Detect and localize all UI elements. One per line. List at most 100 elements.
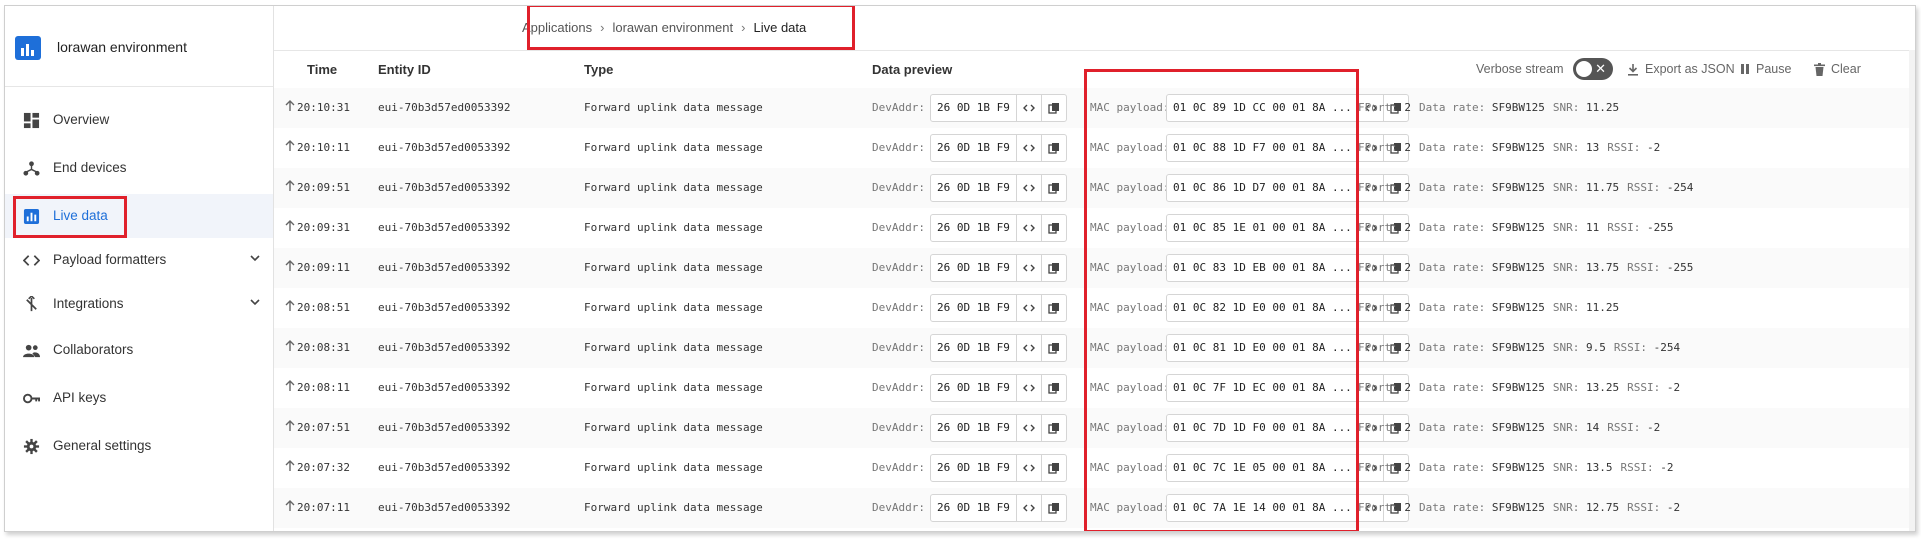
devaddr-value[interactable]: 26 0D 1B F9 (931, 175, 1016, 201)
devaddr-value[interactable]: 26 0D 1B F9 (931, 295, 1016, 321)
devaddr-value[interactable]: 26 0D 1B F9 (931, 215, 1016, 241)
table-row[interactable]: 20:07:51 eui-70b3d57ed0053392 Forward upli… (274, 408, 1915, 448)
mac-payload-value[interactable]: 01 0C 7F 1D EC 00 01 8A ... (1167, 375, 1358, 401)
snr-label: SNR: (1552, 181, 1580, 194)
copy-button[interactable] (1040, 415, 1066, 441)
toggle-format-button[interactable] (1015, 215, 1041, 241)
table-row[interactable]: 20:09:51 eui-70b3d57ed0053392 Forward upli… (274, 168, 1915, 208)
export-json-button[interactable]: Export as JSON (1627, 62, 1735, 76)
toggle-format-button[interactable] (1015, 375, 1041, 401)
copy-button[interactable] (1040, 215, 1066, 241)
scrollbar[interactable] (1909, 50, 1915, 531)
breadcrumb-applications[interactable]: Applications (522, 20, 592, 35)
event-entity-id[interactable]: eui-70b3d57ed0053392 (378, 461, 510, 474)
arrow-up-icon (285, 500, 295, 511)
event-entity-id[interactable]: eui-70b3d57ed0053392 (378, 141, 510, 154)
toggle-format-button[interactable] (1015, 415, 1041, 441)
mac-payload-value[interactable]: 01 0C 88 1D F7 00 01 8A ... (1167, 135, 1358, 161)
sidebar-item-general-settings[interactable]: General settings (5, 424, 273, 468)
fport-value: 2 (1404, 341, 1411, 354)
table-row[interactable]: 20:08:51 eui-70b3d57ed0053392 Forward upli… (274, 288, 1915, 328)
chevron-down-icon[interactable] (249, 252, 261, 264)
event-entity-id[interactable]: eui-70b3d57ed0053392 (378, 421, 510, 434)
mac-payload-value[interactable]: 01 0C 7D 1D F0 00 01 8A ... (1167, 415, 1358, 441)
table-row[interactable]: 20:10:11 eui-70b3d57ed0053392 Forward upli… (274, 128, 1915, 168)
copy-button[interactable] (1040, 495, 1066, 521)
devaddr-value[interactable]: 26 0D 1B F9 (931, 495, 1016, 521)
pause-button[interactable]: Pause (1740, 62, 1791, 76)
sidebar-item-integrations[interactable]: Integrations (5, 282, 273, 326)
mac-payload-value[interactable]: 01 0C 7A 1E 14 00 01 8A ... (1167, 495, 1358, 521)
copy-button[interactable] (1040, 455, 1066, 481)
arrow-up-icon (285, 380, 295, 391)
copy-button[interactable] (1040, 175, 1066, 201)
toggle-format-button[interactable] (1015, 455, 1041, 481)
mac-payload-value[interactable]: 01 0C 81 1D E0 00 01 8A ... (1167, 335, 1358, 361)
chart-icon (23, 208, 40, 225)
fport-value: 2 (1404, 141, 1411, 154)
event-entity-id[interactable]: eui-70b3d57ed0053392 (378, 261, 510, 274)
event-entity-id[interactable]: eui-70b3d57ed0053392 (378, 501, 510, 514)
devaddr-value[interactable]: 26 0D 1B F9 (931, 375, 1016, 401)
table-row[interactable]: 20:08:31 eui-70b3d57ed0053392 Forward upli… (274, 328, 1915, 368)
sidebar-item-collaborators[interactable]: Collaborators (5, 328, 273, 372)
app-header[interactable]: lorawan environment (5, 6, 273, 87)
sidebar-item-api-keys[interactable]: API keys (5, 376, 273, 420)
mac-payload-value[interactable]: 01 0C 86 1D D7 00 01 8A ... (1167, 175, 1358, 201)
verbose-stream-toggle[interactable]: ✕ (1573, 58, 1613, 80)
chevron-down-icon[interactable] (249, 296, 261, 308)
devaddr-label: DevAddr: (872, 181, 925, 194)
devaddr-value[interactable]: 26 0D 1B F9 (931, 415, 1016, 441)
event-entity-id[interactable]: eui-70b3d57ed0053392 (378, 341, 510, 354)
copy-button[interactable] (1040, 295, 1066, 321)
devaddr-value[interactable]: 26 0D 1B F9 (931, 335, 1016, 361)
event-entity-id[interactable]: eui-70b3d57ed0053392 (378, 301, 510, 314)
devaddr-value[interactable]: 26 0D 1B F9 (931, 455, 1016, 481)
mac-payload-value[interactable]: 01 0C 82 1D E0 00 01 8A ... (1167, 295, 1358, 321)
event-entity-id[interactable]: eui-70b3d57ed0053392 (378, 101, 510, 114)
toggle-format-button[interactable] (1015, 335, 1041, 361)
mac-payload-value[interactable]: 01 0C 85 1E 01 00 01 8A ... (1167, 215, 1358, 241)
devaddr-value[interactable]: 26 0D 1B F9 (931, 95, 1016, 121)
mac-payload-label: MAC payload: (1090, 261, 1170, 274)
devices-icon (23, 161, 40, 176)
arrow-up-icon (285, 220, 295, 231)
mac-payload-label: MAC payload: (1090, 141, 1170, 154)
copy-button[interactable] (1040, 135, 1066, 161)
toggle-format-button[interactable] (1015, 175, 1041, 201)
toggle-format-button[interactable] (1015, 255, 1041, 281)
copy-icon (1048, 263, 1059, 274)
mac-payload-value[interactable]: 01 0C 7C 1E 05 00 01 8A ... (1167, 455, 1358, 481)
event-entity-id[interactable]: eui-70b3d57ed0053392 (378, 221, 510, 234)
devaddr-value[interactable]: 26 0D 1B F9 (931, 255, 1016, 281)
toggle-format-button[interactable] (1015, 295, 1041, 321)
sidebar-item-payload-formatters[interactable]: Payload formatters (5, 238, 273, 282)
copy-button[interactable] (1040, 95, 1066, 121)
event-entity-id[interactable]: eui-70b3d57ed0053392 (378, 181, 510, 194)
table-header: Time Entity ID Type Data preview Verbose… (274, 50, 1915, 90)
table-row[interactable]: 20:10:31 eui-70b3d57ed0053392 Forward upli… (274, 88, 1915, 128)
table-row[interactable]: 20:08:11 eui-70b3d57ed0053392 Forward upli… (274, 368, 1915, 408)
toggle-format-button[interactable] (1015, 95, 1041, 121)
sidebar-item-end-devices[interactable]: End devices (5, 146, 273, 190)
sidebar-item-label: Payload formatters (53, 252, 167, 267)
table-row[interactable]: 20:07:11 eui-70b3d57ed0053392 Forward upli… (274, 488, 1915, 528)
table-row[interactable]: 20:07:32 eui-70b3d57ed0053392 Forward upli… (274, 448, 1915, 488)
sidebar-item-overview[interactable]: Overview (5, 98, 273, 142)
mac-payload-value[interactable]: 01 0C 83 1D EB 00 01 8A ... (1167, 255, 1358, 281)
sidebar-item-live-data[interactable]: Live data (5, 194, 273, 238)
copy-button[interactable] (1040, 375, 1066, 401)
event-entity-id[interactable]: eui-70b3d57ed0053392 (378, 381, 510, 394)
copy-button[interactable] (1040, 335, 1066, 361)
table-row[interactable]: 20:09:31 eui-70b3d57ed0053392 Forward upli… (274, 208, 1915, 248)
mac-payload-value[interactable]: 01 0C 89 1D CC 00 01 8A ... (1167, 95, 1358, 121)
arrow-up-icon (285, 180, 295, 191)
toggle-format-button[interactable] (1015, 495, 1041, 521)
table-row[interactable]: 20:09:11 eui-70b3d57ed0053392 Forward upli… (274, 248, 1915, 288)
devaddr-value[interactable]: 26 0D 1B F9 (931, 135, 1016, 161)
toggle-format-button[interactable] (1015, 135, 1041, 161)
breadcrumb-application[interactable]: lorawan environment (612, 20, 733, 35)
fport-label: FPort: (1358, 261, 1398, 274)
clear-button[interactable]: Clear (1814, 62, 1861, 76)
copy-button[interactable] (1040, 255, 1066, 281)
